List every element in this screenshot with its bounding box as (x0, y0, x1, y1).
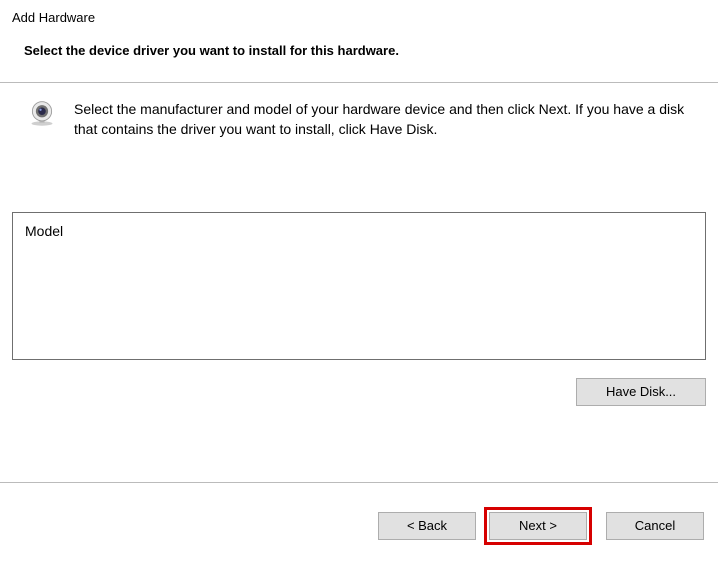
wizard-heading: Select the device driver you want to ins… (0, 31, 718, 82)
wizard-content: Select the manufacturer and model of you… (0, 82, 718, 482)
have-disk-button[interactable]: Have Disk... (576, 378, 706, 406)
intro-row: Select the manufacturer and model of you… (0, 83, 718, 140)
model-column-header: Model (25, 223, 693, 239)
webcam-icon (28, 99, 56, 127)
have-disk-row: Have Disk... (0, 360, 718, 430)
next-button[interactable]: Next > (489, 512, 587, 540)
next-highlight: Next > (484, 507, 592, 545)
cancel-button[interactable]: Cancel (606, 512, 704, 540)
model-listbox[interactable]: Model (12, 212, 706, 360)
wizard-footer: < Back Next > Cancel (0, 482, 718, 563)
intro-text: Select the manufacturer and model of you… (74, 99, 690, 140)
window-title: Add Hardware (0, 0, 718, 31)
add-hardware-dialog: Add Hardware Select the device driver yo… (0, 0, 718, 563)
back-button[interactable]: < Back (378, 512, 476, 540)
